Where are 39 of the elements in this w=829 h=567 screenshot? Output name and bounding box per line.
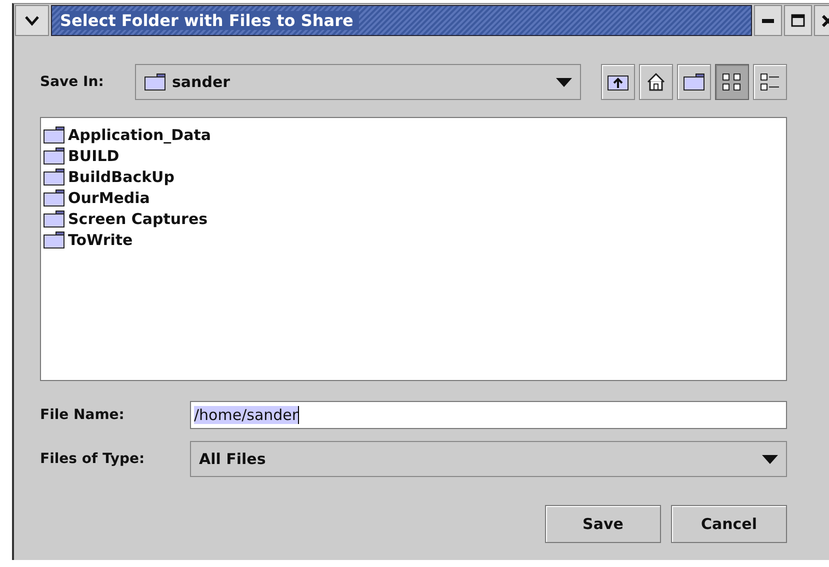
folder-icon <box>43 168 65 186</box>
caret-icon <box>762 454 778 464</box>
save-in-label: Save In: <box>40 74 105 90</box>
folder-icon <box>43 231 65 249</box>
save-in-dropdown[interactable]: sander <box>135 64 581 100</box>
window-menu-button[interactable] <box>15 5 49 36</box>
folder-icon <box>43 189 65 207</box>
minimize-button[interactable] <box>754 5 782 36</box>
folder-item[interactable]: Application_Data <box>43 126 784 144</box>
window-title: Select Folder with Files to Share <box>60 11 360 30</box>
details-button[interactable] <box>753 64 787 100</box>
list-view-icon <box>721 72 743 92</box>
folder-icon <box>43 147 65 165</box>
maximize-button[interactable] <box>784 5 812 36</box>
file-type-label: Files of Type: <box>40 451 146 467</box>
file-type-dropdown[interactable]: All Files <box>190 441 787 477</box>
up-button[interactable] <box>601 64 635 100</box>
chevron-down-icon <box>25 16 39 26</box>
file-name-label: File Name: <box>40 407 126 423</box>
home-button[interactable] <box>639 64 673 100</box>
file-name-field[interactable]: /home/sander <box>190 401 787 429</box>
folder-item[interactable]: OurMedia <box>43 189 784 207</box>
maximize-icon <box>791 14 805 27</box>
folder-item[interactable]: Screen Captures <box>43 210 784 228</box>
folder-item[interactable]: BuildBackUp <box>43 168 784 186</box>
caret-icon <box>556 78 572 86</box>
folder-icon <box>683 73 705 91</box>
folder-icon <box>43 210 65 228</box>
details-view-icon <box>759 72 781 92</box>
save-button[interactable]: Save <box>545 505 661 543</box>
folder-item[interactable]: ToWrite <box>43 231 784 249</box>
home-icon <box>646 72 666 92</box>
folder-icon <box>144 73 166 91</box>
cancel-button[interactable]: Cancel <box>671 505 787 543</box>
new-folder-button[interactable] <box>677 64 711 100</box>
folder-item[interactable]: BUILD <box>43 147 784 165</box>
list-button[interactable] <box>715 64 749 100</box>
folder-icon <box>43 126 65 144</box>
minimize-icon <box>762 18 774 22</box>
